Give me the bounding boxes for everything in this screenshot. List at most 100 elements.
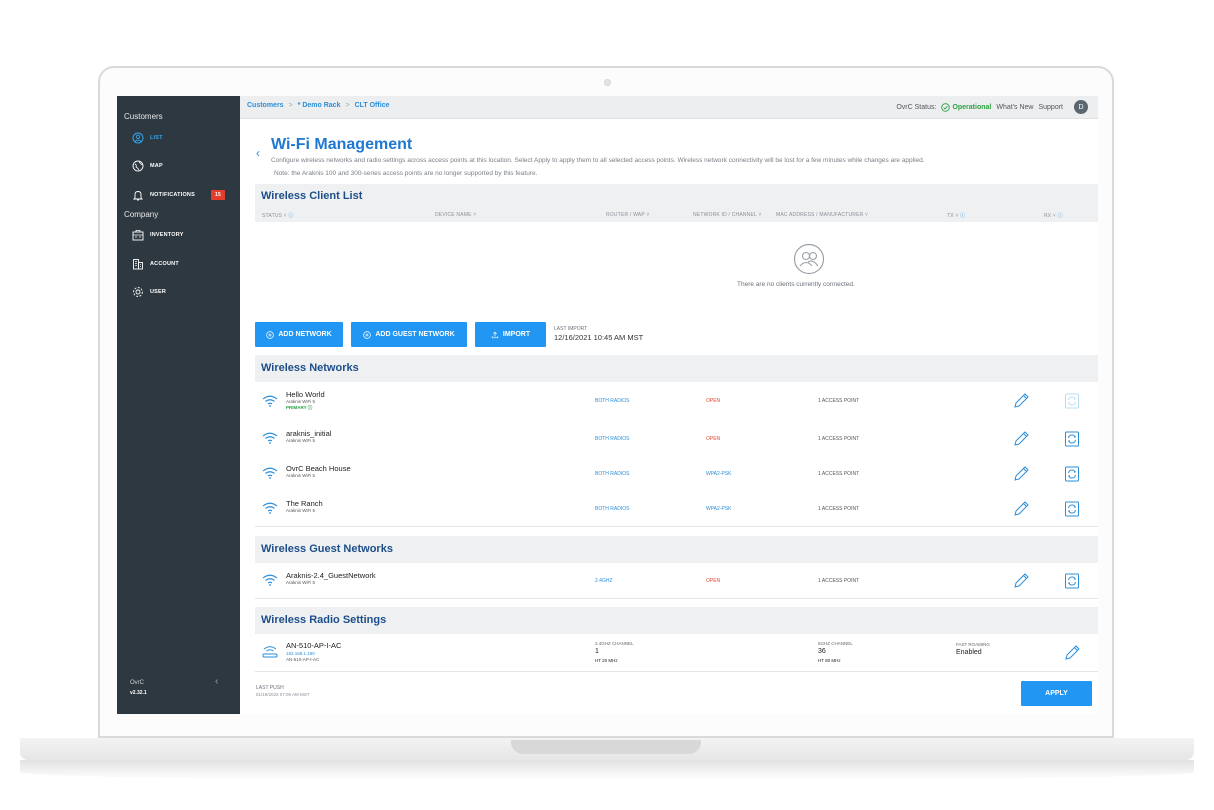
wireless-networks-section: Wireless Networks <box>255 355 1098 382</box>
info-icon[interactable]: ⓘ <box>289 213 294 219</box>
fast-roaming-value: Enabled <box>956 649 982 656</box>
back-chevron-icon[interactable]: ‹ <box>256 146 260 160</box>
info-icon[interactable]: ⓘ <box>1058 213 1063 219</box>
channel-5-label: 5GHZ CHANNEL <box>818 641 853 646</box>
apply-button[interactable]: APPLY <box>1021 681 1092 706</box>
network-name: The Ranch <box>286 499 323 508</box>
edit-pencil-icon[interactable] <box>1012 392 1030 410</box>
sidebar-item-label: LIST <box>150 135 163 141</box>
no-clients-icon <box>793 243 825 275</box>
network-access-points: 1 ACCESS POINT <box>818 506 860 512</box>
check-circle-icon <box>941 102 951 112</box>
breadcrumb-demo-rack[interactable]: * Demo Rack <box>298 102 341 109</box>
sync-icon[interactable] <box>1064 500 1080 518</box>
network-subtitle: Araknis WiFi 5 <box>286 508 316 513</box>
add-guest-network-label: ADD GUEST NETWORK <box>375 331 455 338</box>
sync-icon[interactable] <box>1064 465 1080 483</box>
column-router-wap[interactable]: ROUTER / WAP ˅ <box>606 212 650 218</box>
breadcrumb-customers[interactable]: Customers <box>247 102 284 109</box>
wifi-icon <box>262 432 278 444</box>
client-list-section: Wireless Client List <box>255 184 1098 222</box>
column-label: STATUS ˅ <box>262 213 287 219</box>
whats-new-link[interactable]: What's New <box>996 104 1033 111</box>
notification-count-badge: 15 <box>210 190 225 200</box>
device-name: AN-510-AP-I-AC <box>286 641 342 650</box>
channel-5-value: 36 <box>818 648 826 655</box>
edit-pencil-icon[interactable] <box>1012 465 1030 483</box>
column-mac-manufacturer[interactable]: MAC ADDRESS / MANUFACTURER ˅ <box>776 212 868 218</box>
edit-pencil-icon[interactable] <box>1012 430 1030 448</box>
sidebar-item-label: USER <box>150 289 167 295</box>
device-model: AN-510-AP-I-AC <box>286 657 320 662</box>
sidebar-item-user[interactable]: USER <box>132 285 166 299</box>
channel-24-value: 1 <box>595 648 599 655</box>
sync-disabled-icon <box>1065 393 1079 409</box>
network-subtitle: Araknis WiFi 5 <box>286 399 316 404</box>
sidebar-item-label: INVENTORY <box>150 232 184 238</box>
sidebar-item-inventory[interactable]: INVENTORY <box>132 228 184 242</box>
guest-networks-section: Wireless Guest Networks <box>255 536 1098 563</box>
network-row[interactable]: Hello World Araknis WiFi 5 PRIMARY ⓘ BOT… <box>255 382 1098 422</box>
network-radios: 2.4GHZ <box>595 578 613 584</box>
last-push-value: 01/19/2022 07:09 AM MST <box>256 692 310 697</box>
client-list-title: Wireless Client List <box>261 190 363 202</box>
sync-icon[interactable] <box>1064 572 1080 590</box>
last-push-label: LAST PUSH <box>256 685 284 691</box>
sidebar-item-label: NOTIFICATIONS <box>150 192 195 198</box>
column-rx[interactable]: RX ˅ ⓘ <box>1044 212 1063 219</box>
network-name: Hello World <box>286 390 325 399</box>
network-row[interactable]: The Ranch Araknis WiFi 5 BOTH RADIOS WPA… <box>255 491 1098 527</box>
page-description-text: Configure wireless networks and radio se… <box>271 157 925 164</box>
network-subtitle: Araknis WiFi 5 <box>286 438 316 443</box>
network-row[interactable]: araknis_initial Araknis WiFi 5 BOTH RADI… <box>255 421 1098 457</box>
network-name: OvrC Beach House <box>286 464 351 473</box>
fast-roaming-label: FAST ROAMING <box>956 642 990 647</box>
column-network-channel[interactable]: NETWORK ID / CHANNEL ˅ <box>693 212 762 218</box>
network-radios: BOTH RADIOS <box>595 436 630 442</box>
wifi-icon <box>262 502 278 514</box>
device-ip[interactable]: 192.168.1.190 <box>286 651 315 656</box>
support-link[interactable]: Support <box>1038 104 1063 111</box>
column-label: TX ˅ <box>947 213 959 219</box>
last-import-label: LAST IMPORT <box>554 326 588 332</box>
guest-network-row[interactable]: Araknis-2.4_GuestNetwork Araknis WiFi 5 … <box>255 563 1098 599</box>
network-radios: BOTH RADIOS <box>595 398 630 404</box>
column-tx[interactable]: TX ˅ ⓘ <box>947 212 965 219</box>
channel-24-label: 2.4GHZ CHANNEL <box>595 641 634 646</box>
breadcrumb-clt-office[interactable]: CLT Office <box>355 102 390 109</box>
primary-badge: PRIMARY ⓘ <box>286 405 313 410</box>
network-subtitle: Araknis WiFi 5 <box>286 580 316 585</box>
edit-pencil-icon[interactable] <box>1012 500 1030 518</box>
column-device-name[interactable]: DEVICE NAME ˅ <box>435 212 476 218</box>
sync-icon[interactable] <box>1064 430 1080 448</box>
network-security: WPA2-PSK <box>706 471 732 477</box>
add-network-button[interactable]: ADD NETWORK <box>255 322 343 347</box>
collapse-sidebar-icon[interactable]: ‹ <box>215 676 218 687</box>
last-import-value: 12/16/2021 10:45 AM MST <box>554 333 644 342</box>
sidebar-item-notifications[interactable]: NOTIFICATIONS 15 <box>132 188 225 202</box>
sidebar-item-list[interactable]: LIST <box>132 131 163 145</box>
import-button[interactable]: IMPORT <box>475 322 546 347</box>
network-radios: BOTH RADIOS <box>595 471 630 477</box>
info-icon[interactable]: ⓘ <box>960 213 965 219</box>
status-badge: Operational <box>941 102 992 112</box>
edit-pencil-icon[interactable] <box>1063 644 1081 662</box>
avatar[interactable]: D <box>1074 100 1088 114</box>
bell-icon <box>132 191 144 201</box>
network-row[interactable]: OvrC Beach House Araknis WiFi 5 BOTH RAD… <box>255 456 1098 492</box>
network-access-points: 1 ACCESS POINT <box>818 398 860 404</box>
radio-settings-row[interactable]: AN-510-AP-I-AC 192.168.1.190 AN-510-AP-I… <box>255 634 1098 672</box>
add-guest-network-button[interactable]: ADD GUEST NETWORK <box>351 322 467 347</box>
edit-pencil-icon[interactable] <box>1012 572 1030 590</box>
wifi-icon <box>262 395 278 407</box>
sidebar-item-account[interactable]: ACCOUNT <box>132 257 179 271</box>
channel-5-width: HT 80 MHz <box>818 658 841 663</box>
status-value: Operational <box>952 103 992 111</box>
import-label: IMPORT <box>502 331 531 338</box>
sidebar-item-map[interactable]: MAP <box>132 159 163 173</box>
column-status[interactable]: STATUS ˅ ⓘ <box>262 212 294 219</box>
laptop-base-shadow <box>20 760 1194 780</box>
globe-icon <box>132 160 144 172</box>
app-screen: Customers LIST MAP NOTIFICATIONS 15 Comp… <box>117 96 1098 714</box>
sidebar-section-company: Company <box>124 210 159 219</box>
